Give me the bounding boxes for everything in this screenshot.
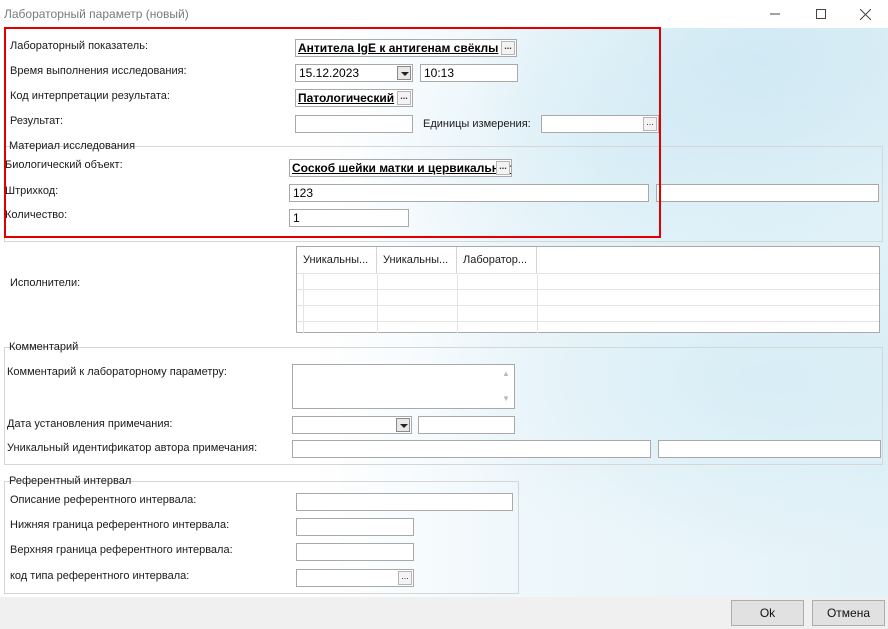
ref-desc-input[interactable] bbox=[296, 493, 513, 511]
table-col-divider bbox=[303, 273, 304, 333]
table-col-divider bbox=[537, 273, 538, 333]
maximize-icon[interactable] bbox=[798, 0, 844, 28]
note-date-picker[interactable] bbox=[292, 416, 412, 434]
ref-type-label: код типа референтного интервала: bbox=[10, 570, 190, 582]
table-row-divider bbox=[297, 305, 879, 306]
note-date-label: Дата установления примечания: bbox=[7, 418, 173, 430]
ref-upper-label: Верхняя граница референтного интервала: bbox=[10, 544, 233, 556]
table-header-cell[interactable]: Уникальны... bbox=[297, 247, 377, 273]
comment-group-label: Комментарий bbox=[9, 341, 79, 353]
comment-label: Комментарий к лабораторному параметру: bbox=[7, 366, 227, 378]
title-bar: Лабораторный параметр (новый) bbox=[0, 0, 888, 28]
ref-type-field[interactable]: ... bbox=[296, 569, 414, 587]
ok-button[interactable]: Ok bbox=[731, 600, 804, 626]
performers-table[interactable]: Уникальны... Уникальны... Лаборатор... bbox=[296, 246, 880, 333]
ref-desc-label: Описание референтного интервала: bbox=[10, 494, 197, 506]
performers-label: Исполнители: bbox=[10, 277, 81, 289]
window-title: Лабораторный параметр (новый) bbox=[4, 7, 189, 21]
barcode-extra-input[interactable] bbox=[656, 184, 879, 202]
ref-lower-input[interactable] bbox=[296, 518, 414, 536]
cancel-button[interactable]: Отмена bbox=[812, 600, 885, 626]
author-id-input[interactable] bbox=[292, 440, 651, 458]
highlight-frame bbox=[4, 27, 661, 238]
scroll-up-icon[interactable]: ▲ bbox=[501, 369, 511, 379]
ref-upper-input[interactable] bbox=[296, 543, 414, 561]
ref-type-ellipsis-button[interactable]: ... bbox=[398, 571, 412, 585]
note-time-field[interactable] bbox=[418, 416, 515, 434]
table-header-cell[interactable]: Уникальны... bbox=[377, 247, 457, 273]
table-row-divider bbox=[297, 321, 879, 322]
author-id-label: Уникальный идентификатор автора примечан… bbox=[7, 442, 258, 454]
reference-group-label: Референтный интервал bbox=[9, 475, 132, 487]
chevron-down-icon[interactable] bbox=[396, 418, 410, 432]
table-col-divider bbox=[377, 273, 378, 333]
table-header-cell[interactable]: Лаборатор... bbox=[457, 247, 537, 273]
table-row-divider bbox=[297, 289, 879, 290]
close-icon[interactable] bbox=[842, 0, 888, 28]
author-id-extra-input[interactable] bbox=[658, 440, 881, 458]
ref-lower-label: Нижняя граница референтного интервала: bbox=[10, 519, 230, 531]
comment-textarea[interactable]: ▲ ▼ bbox=[292, 364, 515, 409]
minimize-icon[interactable] bbox=[752, 0, 798, 28]
table-col-divider bbox=[457, 273, 458, 333]
table-row-divider bbox=[297, 273, 879, 274]
scroll-down-icon[interactable]: ▼ bbox=[501, 394, 511, 404]
